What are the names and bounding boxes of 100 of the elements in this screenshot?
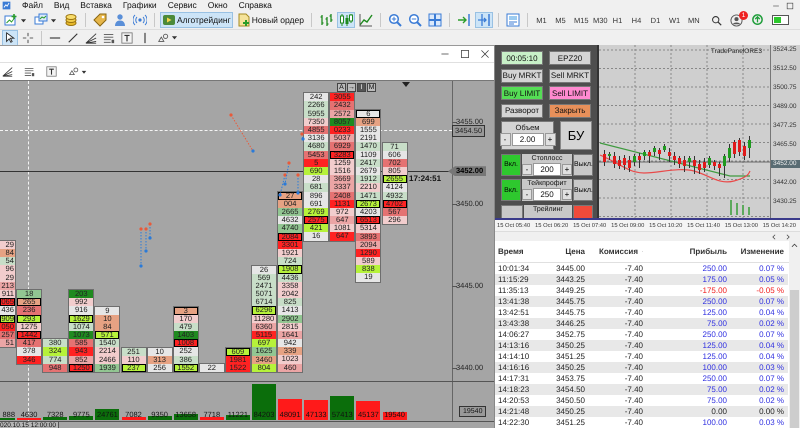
table-cell-text: 0.04 %: [758, 351, 784, 362]
increment-button[interactable]: +: [562, 189, 572, 200]
maximize-button[interactable]: [786, 2, 794, 10]
candlestick: [718, 162, 721, 176]
scroll-up-icon[interactable]: [790, 241, 799, 250]
table-cell-text: -175.00: [698, 285, 727, 296]
caret-icon[interactable]: [170, 33, 179, 42]
decrement-button[interactable]: -: [500, 133, 510, 146]
table-cell-text: 3445.75: [555, 307, 585, 318]
number-field[interactable]: 200: [533, 162, 561, 176]
candlestick: [713, 160, 716, 170]
table-cell-text: 14:14:10: [497, 351, 530, 362]
windows-icon[interactable]: [34, 13, 48, 27]
increment-button[interactable]: +: [544, 133, 556, 146]
trade-line: [139, 222, 152, 268]
table-cell-text: 0.00 %: [758, 406, 784, 417]
decrement-button[interactable]: -: [522, 164, 532, 174]
table-cell-text: 0.05 %: [758, 274, 784, 285]
table-cell-text: 0.00: [710, 406, 727, 417]
connection-icon: [751, 14, 764, 26]
candlestick: [618, 156, 621, 170]
menu-item[interactable]: Файл: [22, 0, 43, 11]
table-cell-text: 14:13:16: [497, 340, 530, 351]
account-icon[interactable]: [730, 14, 743, 26]
table-cell-text: -7.40: [624, 318, 643, 329]
table-cell-text: 100.00: [702, 417, 727, 428]
maximize-button[interactable]: [460, 49, 470, 59]
algo-trading-button[interactable]: Алготрейдинг: [160, 12, 233, 28]
candlestick: [608, 152, 611, 160]
candlestick: [638, 152, 641, 168]
close-button[interactable]: [480, 49, 490, 59]
table-cell-text: 14:22:30: [497, 417, 530, 428]
trade-button[interactable]: Buy MRKT: [501, 68, 543, 82]
table-cell-text: 0.07 %: [758, 263, 784, 274]
shapes-icon[interactable]: [68, 66, 79, 77]
trade-button[interactable]: Закрыть: [549, 104, 591, 118]
play-icon[interactable]: [162, 13, 176, 27]
table-cell-text: 100.00: [702, 362, 727, 373]
bar-timer: 17:24:51: [409, 174, 442, 183]
menu-item[interactable]: Вставка: [80, 0, 112, 11]
table-cell-text: 3450.25: [555, 362, 585, 373]
table-cell-text: 14:06:27: [497, 329, 530, 340]
table-cell-text: -7.40: [624, 406, 643, 417]
candlestick: [748, 136, 751, 158]
candlestick: [628, 156, 631, 172]
table-cell-text: 125.00: [702, 340, 727, 351]
menu-item[interactable]: Графики: [122, 0, 157, 11]
trade-button[interactable]: Sell MRKT: [549, 68, 591, 82]
table-cell-text: 3445.75: [555, 296, 585, 307]
table-cell-text: 3450.25: [555, 340, 585, 351]
column-header[interactable]: Комиссия: [585, 247, 643, 256]
number-field[interactable]: 2.00: [512, 133, 544, 146]
battery-icon: [772, 15, 790, 25]
table-cell-text: 3454.50: [555, 384, 585, 395]
trade-button[interactable]: Buy LIMIT: [501, 86, 543, 100]
column-header[interactable]: Цена: [533, 247, 585, 256]
candlestick: [723, 154, 726, 178]
document-plus-icon[interactable]: [236, 13, 251, 27]
table-cell-text: 14:17:31: [497, 373, 530, 384]
search-icon[interactable]: [711, 14, 722, 26]
table-cell-text: 3449.25: [555, 285, 585, 296]
table-cell-text: -0.05 %: [755, 285, 784, 296]
table-cell-text: 13:42:51: [497, 307, 530, 318]
trade-button[interactable]: 00:05:10: [501, 51, 543, 65]
table-cell-text: -7.40: [624, 417, 643, 428]
menu-item[interactable]: Сервис: [168, 0, 197, 11]
table-cell-text: 75.00: [706, 384, 727, 395]
menu-item[interactable]: Справка: [238, 0, 272, 11]
decrement-button[interactable]: -: [522, 189, 532, 200]
column-header[interactable]: Время: [495, 247, 533, 256]
menu-item[interactable]: Вид: [54, 0, 70, 11]
column-header[interactable]: Изменение: [727, 247, 784, 256]
table-cell-text: 0.02 %: [758, 395, 784, 406]
table-cell-text: 0.07 %: [758, 373, 784, 384]
table-cell-text: 0.02 %: [758, 384, 784, 395]
menu-item[interactable]: Окно: [208, 0, 228, 11]
candlestick: [663, 144, 666, 152]
trade-button[interactable]: EPZ20: [549, 51, 591, 65]
table-cell-text: 3451.25: [555, 417, 585, 428]
trade-button[interactable]: Разворот: [501, 104, 543, 118]
table-cell-text: -7.40: [624, 296, 643, 307]
table-cell-text: -7.40: [624, 395, 643, 406]
app-icon[interactable]: [2, 1, 11, 10]
new-order-button[interactable]: Новый ордер: [234, 12, 306, 28]
increment-button[interactable]: +: [562, 164, 572, 174]
candlestick: [733, 140, 736, 158]
shapes-icon[interactable]: [157, 32, 169, 44]
column-header[interactable]: Прибыль: [643, 247, 727, 256]
scroll-left-icon[interactable]: [770, 232, 778, 241]
candlestick: [688, 156, 691, 168]
scroll-right-icon[interactable]: [784, 232, 792, 241]
breakeven-button[interactable]: БУ: [560, 121, 592, 150]
candlestick: [673, 152, 676, 166]
table-cell-text: 14:21:48: [497, 406, 530, 417]
scrollbar-thumb[interactable]: [790, 290, 799, 428]
chart-icon[interactable]: [4, 13, 18, 27]
trade-button[interactable]: Sell LIMIT: [549, 86, 591, 100]
number-field[interactable]: 250: [533, 188, 561, 201]
table-cell-text: 3450.50: [555, 395, 585, 406]
table-cell-text: 11:15:29: [497, 274, 530, 285]
